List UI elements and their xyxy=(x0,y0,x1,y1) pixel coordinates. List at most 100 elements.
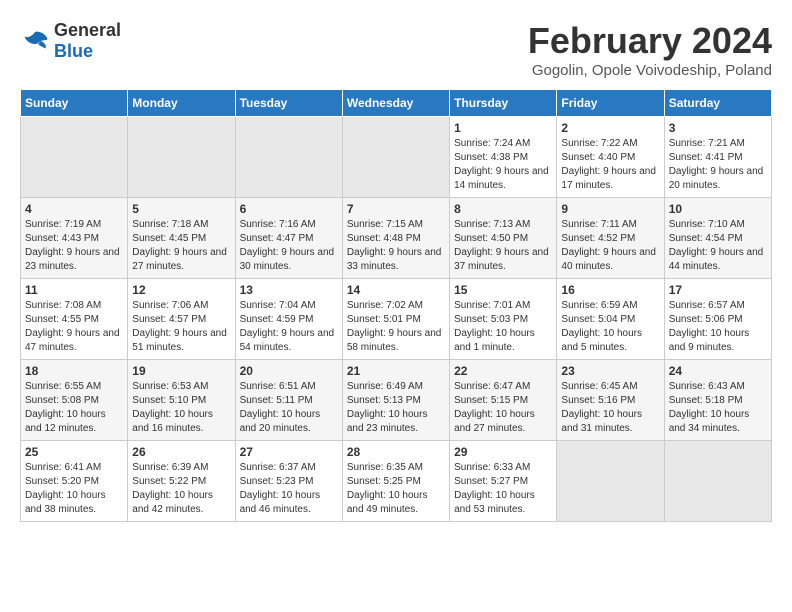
day-info: Sunrise: 7:13 AM Sunset: 4:50 PM Dayligh… xyxy=(454,218,552,274)
day-info: Sunrise: 6:37 AM Sunset: 5:23 PM Dayligh… xyxy=(240,461,338,517)
table-row: 16 Sunrise: 6:59 AM Sunset: 5:04 PM Dayli… xyxy=(557,279,664,360)
day-number: 16 xyxy=(561,283,659,297)
calendar-week-4: 18 Sunrise: 6:55 AM Sunset: 5:08 PM Dayli… xyxy=(21,360,772,441)
table-row: 6Sunrise: 7:16 AM Sunset: 4:47 PM Daylig… xyxy=(235,198,342,279)
location-title: Gogolin, Opole Voivodeship, Poland xyxy=(528,62,772,79)
table-row xyxy=(664,441,771,522)
table-row: 17 Sunrise: 6:57 AM Sunset: 5:06 PM Dayli… xyxy=(664,279,771,360)
day-number: 4 xyxy=(25,202,123,216)
day-info: Sunrise: 6:41 AM Sunset: 5:20 PM Dayligh… xyxy=(25,461,123,517)
day-number: 11 xyxy=(25,283,123,297)
col-friday: Friday xyxy=(557,90,664,117)
day-number: 22 xyxy=(454,364,552,378)
day-info: Sunrise: 7:02 AM Sunset: 5:01 PM Dayligh… xyxy=(347,299,445,355)
day-info: Sunrise: 6:33 AM Sunset: 5:27 PM Dayligh… xyxy=(454,461,552,517)
table-row: 4Sunrise: 7:19 AM Sunset: 4:43 PM Daylig… xyxy=(21,198,128,279)
table-row: 12Sunrise: 7:06 AM Sunset: 4:57 PM Dayli… xyxy=(128,279,235,360)
col-monday: Monday xyxy=(128,90,235,117)
day-info: Sunrise: 7:22 AM Sunset: 4:40 PM Dayligh… xyxy=(561,137,659,193)
day-info: Sunrise: 6:51 AM Sunset: 5:11 PM Dayligh… xyxy=(240,380,338,436)
day-info: Sunrise: 7:15 AM Sunset: 4:48 PM Dayligh… xyxy=(347,218,445,274)
day-number: 9 xyxy=(561,202,659,216)
col-wednesday: Wednesday xyxy=(342,90,449,117)
day-number: 2 xyxy=(561,121,659,135)
table-row xyxy=(21,117,128,198)
month-title: February 2024 xyxy=(528,20,772,62)
table-row: 9 Sunrise: 7:11 AM Sunset: 4:52 PM Daylig… xyxy=(557,198,664,279)
table-row: 24 Sunrise: 6:43 AM Sunset: 5:18 PM Dayli… xyxy=(664,360,771,441)
day-info: Sunrise: 7:16 AM Sunset: 4:47 PM Dayligh… xyxy=(240,218,338,274)
day-number: 19 xyxy=(132,364,230,378)
table-row: 19 Sunrise: 6:53 AM Sunset: 5:10 PM Dayli… xyxy=(128,360,235,441)
table-row: 20Sunrise: 6:51 AM Sunset: 5:11 PM Dayli… xyxy=(235,360,342,441)
col-saturday: Saturday xyxy=(664,90,771,117)
day-info: Sunrise: 7:04 AM Sunset: 4:59 PM Dayligh… xyxy=(240,299,338,355)
day-number: 21 xyxy=(347,364,445,378)
day-info: Sunrise: 7:11 AM Sunset: 4:52 PM Dayligh… xyxy=(561,218,659,274)
calendar-week-2: 4Sunrise: 7:19 AM Sunset: 4:43 PM Daylig… xyxy=(21,198,772,279)
day-info: Sunrise: 6:53 AM Sunset: 5:10 PM Dayligh… xyxy=(132,380,230,436)
table-row: 27 Sunrise: 6:37 AM Sunset: 5:23 PM Dayli… xyxy=(235,441,342,522)
day-number: 7 xyxy=(347,202,445,216)
day-info: Sunrise: 6:57 AM Sunset: 5:06 PM Dayligh… xyxy=(669,299,767,355)
table-row: 26Sunrise: 6:39 AM Sunset: 5:22 PM Dayli… xyxy=(128,441,235,522)
table-row: 3Sunrise: 7:21 AM Sunset: 4:41 PM Daylig… xyxy=(664,117,771,198)
day-number: 1 xyxy=(454,121,552,135)
day-number: 18 xyxy=(25,364,123,378)
table-row xyxy=(342,117,449,198)
day-number: 17 xyxy=(669,283,767,297)
table-row: 11 Sunrise: 7:08 AM Sunset: 4:55 PM Dayli… xyxy=(21,279,128,360)
table-row: 7 Sunrise: 7:15 AM Sunset: 4:48 PM Daylig… xyxy=(342,198,449,279)
table-row: 13 Sunrise: 7:04 AM Sunset: 4:59 PM Dayli… xyxy=(235,279,342,360)
day-info: Sunrise: 6:47 AM Sunset: 5:15 PM Dayligh… xyxy=(454,380,552,436)
day-number: 23 xyxy=(561,364,659,378)
logo-blue: Blue xyxy=(54,41,93,61)
day-info: Sunrise: 7:18 AM Sunset: 4:45 PM Dayligh… xyxy=(132,218,230,274)
calendar-header-row: Sunday Monday Tuesday Wednesday Thursday… xyxy=(21,90,772,117)
day-info: Sunrise: 6:35 AM Sunset: 5:25 PM Dayligh… xyxy=(347,461,445,517)
day-number: 15 xyxy=(454,283,552,297)
table-row: 23Sunrise: 6:45 AM Sunset: 5:16 PM Dayli… xyxy=(557,360,664,441)
table-row xyxy=(557,441,664,522)
calendar-week-3: 11 Sunrise: 7:08 AM Sunset: 4:55 PM Dayli… xyxy=(21,279,772,360)
day-info: Sunrise: 7:01 AM Sunset: 5:03 PM Dayligh… xyxy=(454,299,552,355)
col-tuesday: Tuesday xyxy=(235,90,342,117)
col-sunday: Sunday xyxy=(21,90,128,117)
day-info: Sunrise: 7:08 AM Sunset: 4:55 PM Dayligh… xyxy=(25,299,123,355)
day-info: Sunrise: 6:43 AM Sunset: 5:18 PM Dayligh… xyxy=(669,380,767,436)
day-info: Sunrise: 6:59 AM Sunset: 5:04 PM Dayligh… xyxy=(561,299,659,355)
table-row: 8 Sunrise: 7:13 AM Sunset: 4:50 PM Daylig… xyxy=(450,198,557,279)
day-info: Sunrise: 7:24 AM Sunset: 4:38 PM Dayligh… xyxy=(454,137,552,193)
col-thursday: Thursday xyxy=(450,90,557,117)
logo-text: General Blue xyxy=(54,20,121,62)
day-number: 24 xyxy=(669,364,767,378)
table-row: 14 Sunrise: 7:02 AM Sunset: 5:01 PM Dayli… xyxy=(342,279,449,360)
table-row: 21Sunrise: 6:49 AM Sunset: 5:13 PM Dayli… xyxy=(342,360,449,441)
table-row xyxy=(128,117,235,198)
day-info: Sunrise: 7:10 AM Sunset: 4:54 PM Dayligh… xyxy=(669,218,767,274)
table-row: 15 Sunrise: 7:01 AM Sunset: 5:03 PM Dayli… xyxy=(450,279,557,360)
logo-general: General xyxy=(54,20,121,40)
day-number: 10 xyxy=(669,202,767,216)
day-number: 14 xyxy=(347,283,445,297)
title-block: February 2024 Gogolin, Opole Voivodeship… xyxy=(528,20,772,79)
table-row: 29Sunrise: 6:33 AM Sunset: 5:27 PM Dayli… xyxy=(450,441,557,522)
calendar-table: Sunday Monday Tuesday Wednesday Thursday… xyxy=(20,89,772,522)
calendar-week-5: 25 Sunrise: 6:41 AM Sunset: 5:20 PM Dayli… xyxy=(21,441,772,522)
day-number: 27 xyxy=(240,445,338,459)
page-header: General Blue February 2024 Gogolin, Opol… xyxy=(20,20,772,79)
logo-icon xyxy=(20,29,50,53)
table-row: 10 Sunrise: 7:10 AM Sunset: 4:54 PM Dayli… xyxy=(664,198,771,279)
day-number: 5 xyxy=(132,202,230,216)
day-number: 12 xyxy=(132,283,230,297)
day-info: Sunrise: 6:39 AM Sunset: 5:22 PM Dayligh… xyxy=(132,461,230,517)
logo: General Blue xyxy=(20,20,121,62)
table-row: 2 Sunrise: 7:22 AM Sunset: 4:40 PM Daylig… xyxy=(557,117,664,198)
day-number: 8 xyxy=(454,202,552,216)
day-number: 25 xyxy=(25,445,123,459)
table-row: 22 Sunrise: 6:47 AM Sunset: 5:15 PM Dayli… xyxy=(450,360,557,441)
table-row: 25 Sunrise: 6:41 AM Sunset: 5:20 PM Dayli… xyxy=(21,441,128,522)
day-info: Sunrise: 6:55 AM Sunset: 5:08 PM Dayligh… xyxy=(25,380,123,436)
table-row: 18 Sunrise: 6:55 AM Sunset: 5:08 PM Dayli… xyxy=(21,360,128,441)
day-number: 13 xyxy=(240,283,338,297)
